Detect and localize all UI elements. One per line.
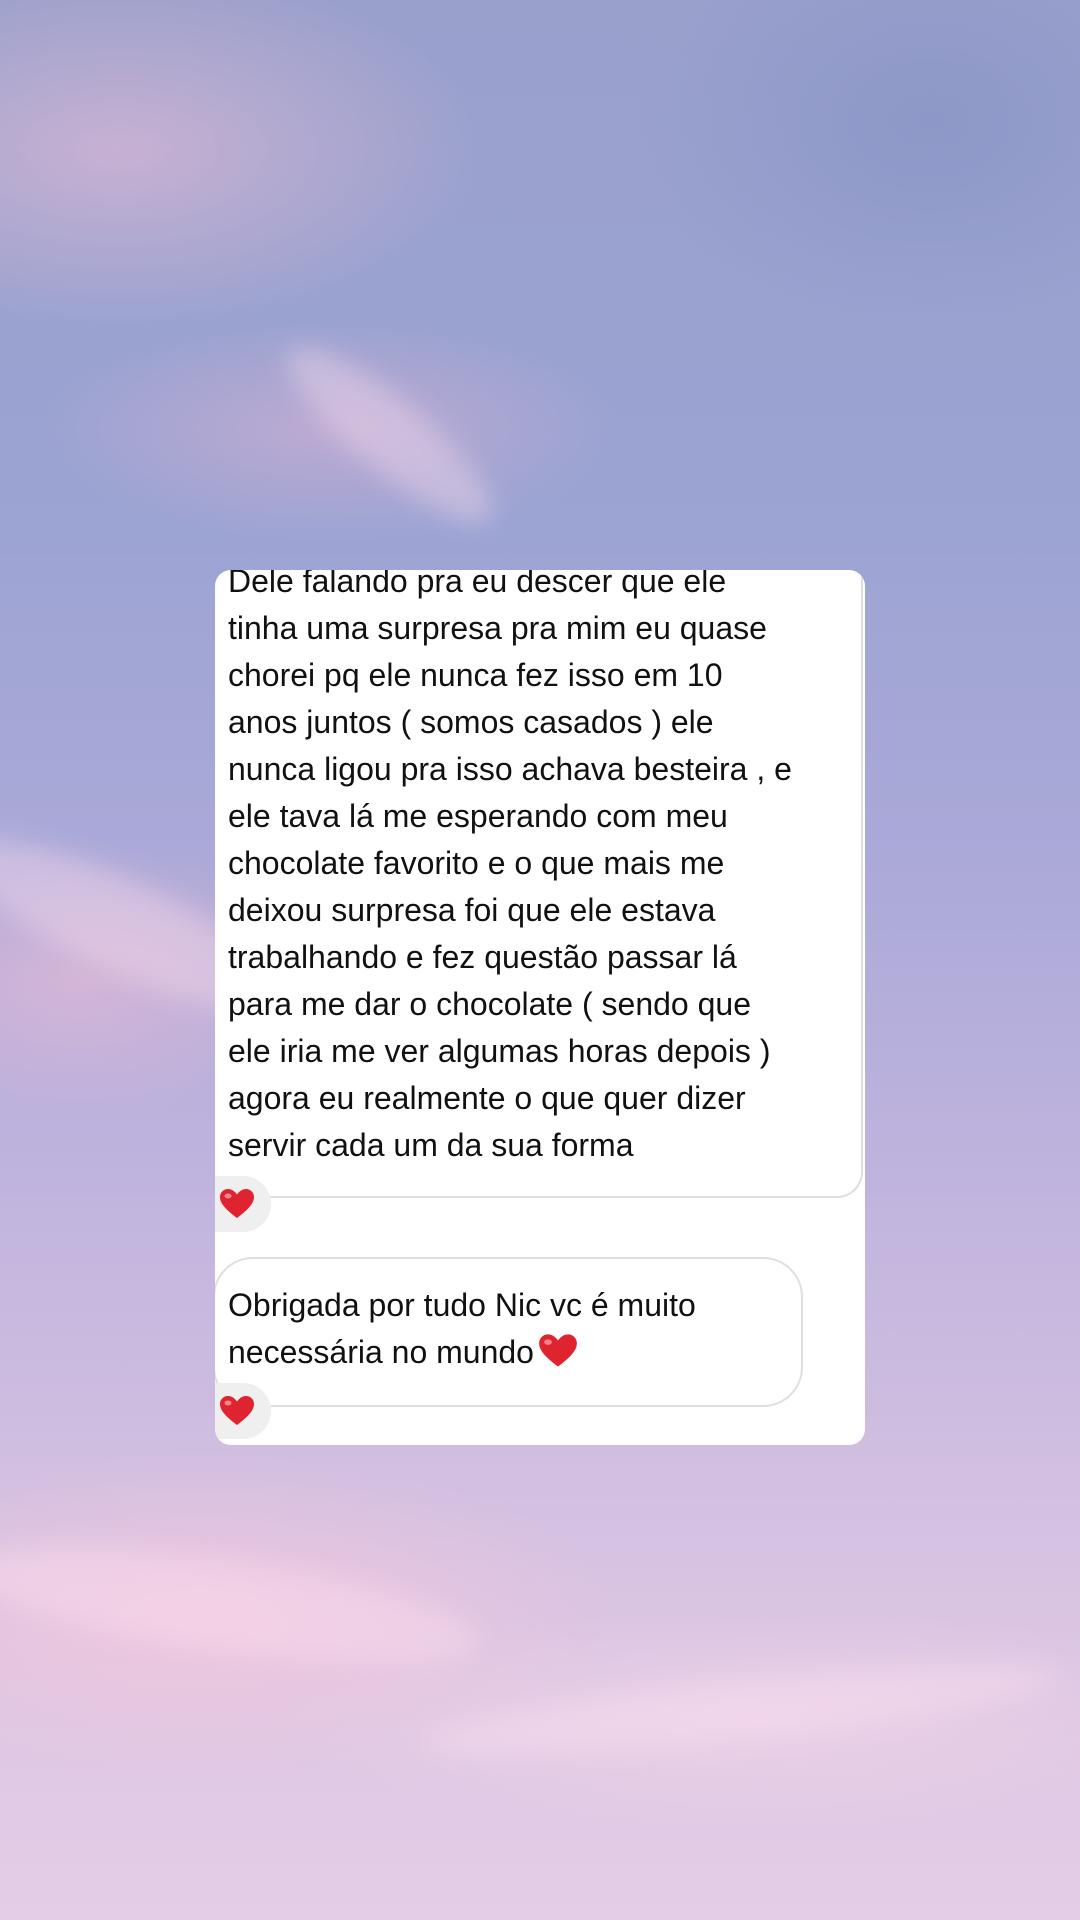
- message-text: Obrigada por tudo Nic vc é muito necessá…: [228, 1282, 788, 1376]
- reaction-badge[interactable]: [215, 1176, 271, 1232]
- heart-icon: [220, 1189, 254, 1218]
- heart-icon: [539, 1334, 577, 1367]
- dm-screenshot-card: Dele falando pra eu descer que ele tinha…: [215, 570, 865, 1445]
- message-text: Dele falando pra eu descer que ele tinha…: [228, 570, 792, 1163]
- heart-icon: [220, 1396, 254, 1425]
- reaction-badge[interactable]: [215, 1383, 271, 1439]
- message-text-body: Obrigada por tudo Nic vc é muito necessá…: [228, 1287, 696, 1370]
